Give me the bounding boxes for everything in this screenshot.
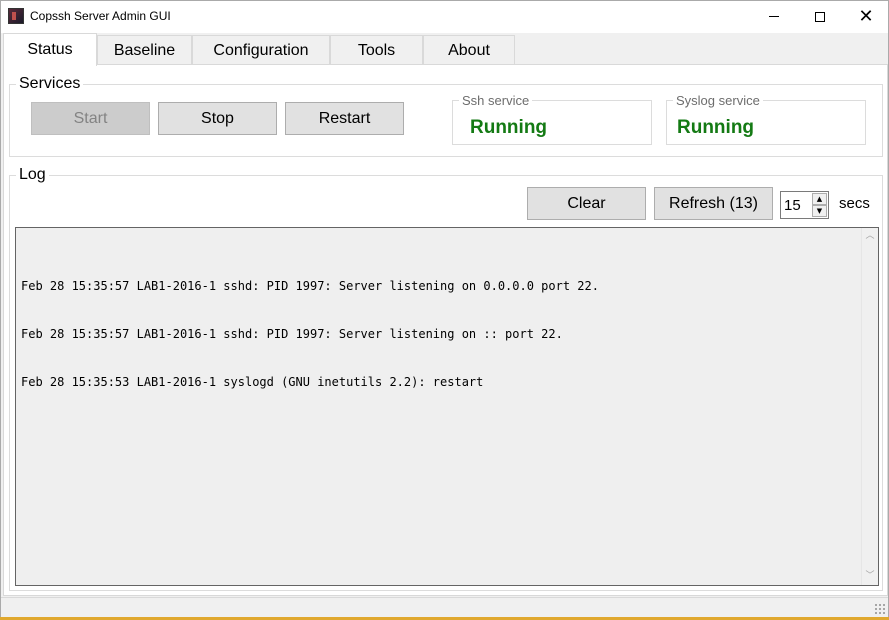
resize-grip-icon[interactable] (874, 603, 886, 615)
spin-down-icon[interactable]: ▼ (812, 205, 827, 217)
syslog-service-status: Running (677, 117, 755, 138)
tab-about[interactable]: About (423, 35, 515, 66)
refresh-button[interactable]: Refresh (13) (654, 187, 773, 220)
log-line: Feb 28 15:35:57 LAB1-2016-1 sshd: PID 19… (21, 327, 563, 341)
log-lines: Feb 28 15:35:57 LAB1-2016-1 sshd: PID 19… (21, 246, 599, 422)
app-window: Copssh Server Admin GUI ✕ Status Baselin… (0, 0, 889, 620)
services-legend: Services (16, 75, 84, 93)
spin-up-icon[interactable]: ▲ (812, 193, 827, 205)
stepper-arrows: ▲ ▼ (812, 193, 827, 217)
tab-status[interactable]: Status (3, 33, 97, 66)
syslog-service-box: Syslog service Running (666, 93, 866, 145)
refresh-interval-value[interactable]: 15 (784, 197, 801, 214)
log-group: Log Clear Refresh (13) 15 ▲ ▼ secs Feb 2… (9, 166, 883, 591)
tab-configuration[interactable]: Configuration (192, 35, 330, 66)
log-legend: Log (16, 166, 49, 184)
maximize-button[interactable] (797, 1, 843, 32)
title-bar[interactable]: Copssh Server Admin GUI ✕ (1, 1, 888, 33)
maximize-icon (815, 11, 825, 22)
refresh-interval-stepper[interactable]: 15 ▲ ▼ (780, 191, 829, 219)
ssh-service-status: Running (470, 117, 548, 138)
ssh-service-label: Ssh service (459, 93, 533, 108)
minimize-icon (769, 16, 779, 17)
close-button[interactable]: ✕ (843, 1, 889, 32)
interval-unit-label: secs (839, 195, 870, 212)
window-title: Copssh Server Admin GUI (30, 9, 171, 23)
stop-button[interactable]: Stop (158, 102, 277, 135)
status-bar (1, 597, 888, 617)
clear-button[interactable]: Clear (527, 187, 646, 220)
scroll-up-icon[interactable]: ︿ (862, 228, 878, 245)
tab-tools[interactable]: Tools (330, 35, 423, 66)
close-icon: ✕ (858, 5, 874, 27)
log-textarea[interactable]: Feb 28 15:35:57 LAB1-2016-1 sshd: PID 19… (15, 227, 879, 586)
app-icon (8, 8, 24, 24)
syslog-service-label: Syslog service (673, 93, 763, 108)
status-tab-page: Services Start Stop Restart Ssh service … (3, 64, 888, 596)
log-line: Feb 28 15:35:53 LAB1-2016-1 syslogd (GNU… (21, 375, 484, 389)
log-scrollbar[interactable]: ︿ ﹀ (861, 228, 878, 585)
scroll-down-icon[interactable]: ﹀ (862, 568, 878, 585)
ssh-service-box: Ssh service Running (452, 93, 652, 145)
services-group: Services Start Stop Restart Ssh service … (9, 75, 883, 157)
minimize-button[interactable] (751, 1, 797, 32)
tab-baseline[interactable]: Baseline (97, 35, 192, 66)
restart-button[interactable]: Restart (285, 102, 404, 135)
start-button[interactable]: Start (31, 102, 150, 135)
log-line: Feb 28 15:35:57 LAB1-2016-1 sshd: PID 19… (21, 279, 599, 293)
